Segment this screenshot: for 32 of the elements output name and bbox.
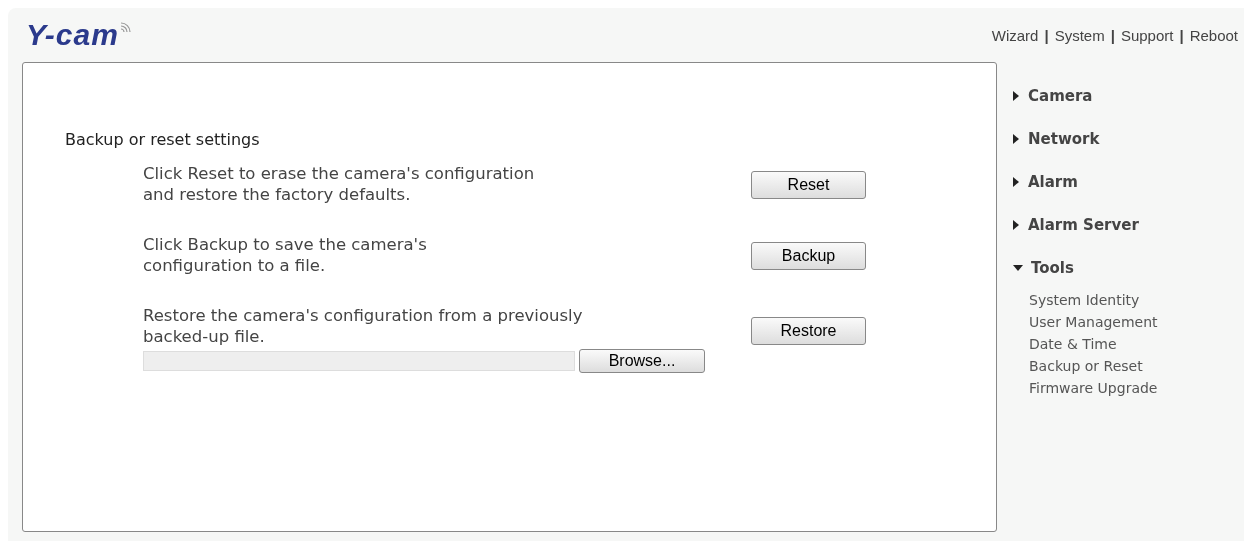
separator: | xyxy=(1179,26,1184,44)
nav-link[interactable]: Support xyxy=(1120,26,1174,44)
action-button[interactable]: Restore xyxy=(751,317,866,345)
description-text: Click Backup to save the camera's configuration to a file. xyxy=(143,234,428,276)
sidebar-item[interactable]: Network xyxy=(1013,117,1158,160)
action-button[interactable]: Backup xyxy=(751,242,866,270)
section-title: Backup or reset settings xyxy=(65,130,261,149)
collapsed-triangle-icon xyxy=(1013,176,1019,187)
sidebar-subitem[interactable]: System Identity xyxy=(1013,289,1158,311)
sidebar-item[interactable]: Camera xyxy=(1013,74,1158,117)
sidebar-subitem[interactable]: User Management xyxy=(1013,311,1158,333)
collapsed-triangle-icon xyxy=(1013,133,1019,144)
description-text: Click Reset to erase the camera's configuration and restore the factory defaults. xyxy=(143,163,536,205)
sidebar-subitem[interactable]: Backup or Reset xyxy=(1013,355,1158,377)
nav-link[interactable]: Wizard xyxy=(991,26,1039,44)
logo: Y-cam xyxy=(26,18,119,52)
browse-button[interactable]: Browse... xyxy=(579,349,705,373)
sidebar-item[interactable]: Tools xyxy=(1013,246,1158,289)
separator: | xyxy=(1110,26,1115,44)
collapsed-triangle-icon xyxy=(1013,90,1019,101)
nav-link[interactable]: System xyxy=(1054,26,1105,44)
file-path-field[interactable] xyxy=(143,351,575,371)
sidebar-subitem[interactable]: Date & Time xyxy=(1013,333,1158,355)
collapsed-triangle-icon xyxy=(1013,219,1019,230)
action-button[interactable]: Reset xyxy=(751,171,866,199)
sidebar-subitem[interactable]: Firmware Upgrade xyxy=(1013,377,1158,399)
nav-link[interactable]: Reboot xyxy=(1189,26,1238,44)
expanded-triangle-icon xyxy=(1013,264,1023,271)
sidebar-item[interactable]: Alarm xyxy=(1013,160,1158,203)
separator: | xyxy=(1044,26,1049,44)
sidebar-item[interactable]: Alarm Server xyxy=(1013,203,1158,246)
description-text: Restore the camera's configuration from a previously backed-up file. xyxy=(143,305,584,347)
